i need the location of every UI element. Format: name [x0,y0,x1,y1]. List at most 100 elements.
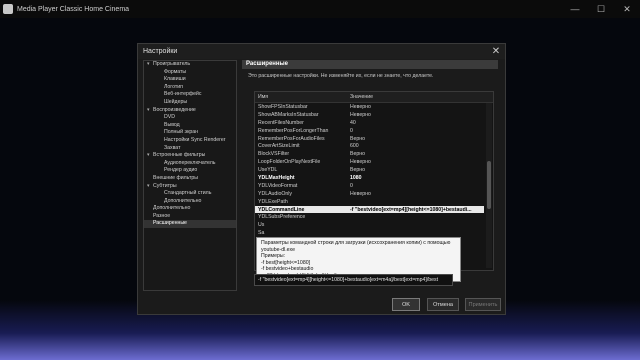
table-row[interactable]: LoopFolderOnPlayNextFile Неверно [255,158,484,166]
table-row[interactable]: RememberPosForAudioFiles Верно [255,135,484,143]
tree-item-label: Расширенные [153,220,187,227]
ok-button[interactable]: OK [392,298,420,311]
tree-item-label: Внешние фильтры [153,174,198,181]
column-name-header[interactable]: Имя [255,94,348,100]
tree-item-label: Клавиши [164,76,186,83]
tree-item-label: Субтитры [153,182,177,189]
tooltip-line: -f bestvideo+bestaudio [261,266,314,273]
tree-item-label: Аудиопереключатель [164,159,216,166]
setting-name: YDLAudioOnly [258,190,293,197]
settings-tree[interactable]: ▾ Проигрыватель Форматы Клавиши Логотип Веб-и… [143,60,237,291]
table-row[interactable]: Us [255,221,484,229]
tree-item[interactable]: Аудиопереключатель [144,160,236,168]
tree-item[interactable]: Настройки Sync Renderer [144,137,236,145]
tree-item-label: Разное [153,212,171,219]
tree-item[interactable]: ▾ Воспроизведение [144,107,236,115]
tree-item[interactable]: Шейдеры [144,99,236,107]
app-icon [3,4,13,14]
tree-item[interactable]: Рендер аудио [144,167,236,175]
table-row[interactable]: UseYDL Верно [255,166,484,174]
section-header: Расширенные [242,60,498,69]
table-row[interactable]: YDLCommandLine -f "bestvideo[ext=mp4][hei… [255,205,484,214]
tree-item-label: Рендер аудио [164,167,198,174]
table-row[interactable]: CoverArtSizeLimit 600 [255,142,484,150]
setting-name: RecentFilesNumber [258,119,304,126]
setting-value: 1080 [350,174,362,181]
setting-value: Неверно [350,190,371,197]
tree-item[interactable]: DVD [144,114,236,122]
grid-header: Имя Значение [255,92,493,103]
table-row[interactable]: RememberPosForLongerThan 0 [255,127,484,135]
tree-item[interactable]: Логотип [144,84,236,92]
tree-item-label: Форматы [164,68,187,75]
setting-name: YDLCommandLine [258,206,305,213]
tree-item-label: Шейдеры [164,98,188,105]
tree-item[interactable]: Дополнительно [144,205,236,213]
setting-name: LoopFolderOnPlayNextFile [258,159,321,166]
close-icon[interactable]: ✕ [614,4,640,15]
setting-name: ShowFPSInStatusbar [258,103,308,110]
tree-item[interactable]: Веб-интерфейс [144,91,236,99]
settings-dialog: Настройки ✕ ▾ Проигрыватель Форматы Клавиши… [137,43,506,315]
tree-item-label: Вывод [164,121,180,128]
tooltip-line: youtube-dl.exe [261,246,296,253]
tree-item[interactable]: Вывод [144,122,236,130]
tree-item-label: Проигрыватель [153,61,191,67]
maximize-icon[interactable]: ☐ [588,4,614,15]
value-edit-field[interactable]: -f "bestvideo[ext=mp4][height<=1080]+bes… [254,274,453,286]
grid-scrollbar[interactable] [486,103,492,268]
column-value-header[interactable]: Значение [348,94,493,100]
dialog-close-icon[interactable]: ✕ [487,46,505,57]
setting-value: 600 [350,143,359,150]
setting-name: RememberPosForAudioFiles [258,135,325,142]
setting-value: 0 [350,182,353,189]
setting-value: -f "bestvideo[ext=mp4][height<=1080]+bes… [350,206,472,213]
apply-button[interactable]: Применить [465,298,501,311]
section-description: Это расширенные настройки. Не изменяйте … [248,73,434,79]
tree-item[interactable]: Разное [144,213,236,221]
tree-item[interactable]: Захват [144,145,236,153]
cancel-button[interactable]: Отмена [427,298,459,311]
tree-item[interactable]: Стандартный стиль [144,190,236,198]
minimize-icon[interactable]: — [562,4,588,15]
window-controls: — ☐ ✕ [562,4,640,15]
tree-item-label: Встроенные фильтры [153,152,206,159]
table-row[interactable]: YDLVideoFormat 0 [255,182,484,190]
tree-item-label: Настройки Sync Renderer [164,136,226,143]
setting-value: Верно [350,135,365,142]
tree-item[interactable]: Внешние фильтры [144,175,236,183]
setting-name: CoverArtSizeLimit [258,143,300,150]
setting-value: Верно [350,167,365,174]
table-row[interactable]: RecentFilesNumber 40 [255,119,484,127]
tree-item[interactable]: Форматы [144,69,236,77]
tree-item-label: Воспроизведение [153,106,196,113]
tooltip-line: Параметры командной строки для загрузки … [261,240,451,246]
setting-name: Us [258,222,265,229]
setting-value: Неверно [350,159,371,166]
table-row[interactable]: ShowABMarksInStatusbar Неверно [255,111,484,119]
tree-item[interactable]: Расширенные [144,220,236,229]
table-row[interactable]: BlockVSFilter Верно [255,150,484,158]
tree-item[interactable]: ▾ Проигрыватель [144,61,236,69]
setting-value: Верно [350,151,365,158]
tree-item-label: Полный экран [164,129,199,136]
table-row[interactable]: YDLAudioOnly Неверно [255,190,484,198]
table-row[interactable]: Sa [255,229,484,237]
setting-name: Sa [258,230,265,237]
table-row[interactable]: ShowFPSInStatusbar Неверно [255,103,484,111]
tree-item[interactable]: ▾ Встроенные фильтры [144,152,236,160]
tree-item[interactable]: Дополнительно [144,198,236,206]
player-titlebar: Media Player Classic Home Cinema — ☐ ✕ [0,0,640,18]
tree-item[interactable]: ▾ Субтитры [144,183,236,191]
table-row[interactable]: YDLMaxHeight 1080 [255,174,484,182]
table-row[interactable]: YDLSubsPreference [255,213,484,221]
table-row[interactable]: YDLExePath [255,198,484,206]
setting-name: YDLVideoFormat [258,182,298,189]
setting-name: YDLMaxHeight [258,174,295,181]
tree-item[interactable]: Полный экран [144,129,236,137]
setting-name: ShowABMarksInStatusbar [258,111,319,118]
setting-value: Неверно [350,111,371,118]
tree-item[interactable]: Клавиши [144,76,236,84]
scrollbar-thumb[interactable] [487,161,491,209]
tree-item-label: DVD [164,114,175,121]
